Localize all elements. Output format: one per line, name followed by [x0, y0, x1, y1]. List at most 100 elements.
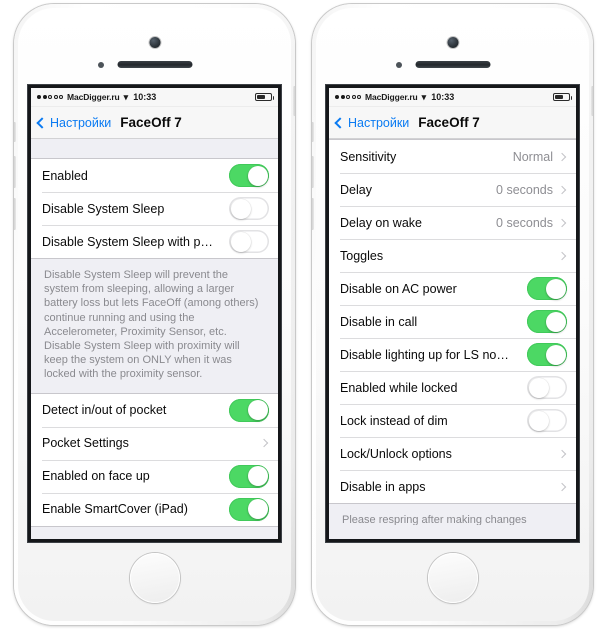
wifi-icon: ▾: [421, 91, 427, 102]
settings-row[interactable]: Delay 0 seconds: [329, 173, 576, 206]
toggle-knob: [247, 400, 268, 421]
settings-list-left[interactable]: Enabled Disable System Sleep Disable Syste…: [31, 139, 278, 539]
back-button-label: Настройки: [348, 115, 410, 130]
two-iphone-screenshot-composite: MacDigger.ru ▾ 10:33 Настройки FaceOff 7…: [0, 0, 600, 629]
settings-row-label: Lock instead of dim: [340, 413, 448, 428]
settings-row-label: Enable SmartCover (iPad): [42, 502, 188, 517]
front-camera-icon: [447, 37, 458, 48]
settings-row-label: Enabled while locked: [340, 380, 458, 395]
signal-dots-icon: [335, 95, 361, 99]
wifi-icon: ▾: [123, 91, 129, 102]
toggle-switch[interactable]: [229, 197, 269, 220]
earpiece-speaker: [415, 61, 490, 68]
settings-row[interactable]: Disable System Sleep with p…: [31, 225, 278, 258]
volume-down-button[interactable]: [312, 198, 314, 230]
settings-row-label: Disable on AC power: [340, 281, 457, 296]
battery-icon: [255, 93, 274, 101]
settings-row[interactable]: Disable in apps: [329, 470, 576, 503]
toggle-knob: [230, 198, 251, 219]
settings-row-value: 0 seconds: [496, 182, 553, 197]
chevron-right-icon: [557, 218, 567, 227]
settings-row[interactable]: Disable lighting up for LS no…: [329, 338, 576, 371]
power-button[interactable]: [293, 86, 295, 116]
power-button[interactable]: [591, 86, 593, 116]
volume-up-button[interactable]: [14, 156, 16, 188]
toggle-switch[interactable]: [527, 343, 567, 366]
toggle-switch[interactable]: [527, 310, 567, 333]
volume-down-button[interactable]: [14, 198, 16, 230]
settings-section-sleep: Enabled Disable System Sleep Disable Syste…: [31, 158, 278, 259]
toggle-knob: [545, 278, 566, 299]
settings-row-label: Disable lighting up for LS no…: [340, 347, 509, 362]
home-button[interactable]: [427, 553, 478, 603]
settings-row-value: Normal: [512, 149, 553, 164]
toggle-switch[interactable]: [229, 230, 269, 253]
settings-row-label: Disable System Sleep: [42, 201, 165, 216]
toggle-switch[interactable]: [229, 398, 269, 422]
navigation-bar: Настройки FaceOff 7: [329, 107, 576, 139]
toggle-switch[interactable]: [229, 497, 269, 521]
back-button[interactable]: Настройки: [334, 115, 410, 130]
silent-switch[interactable]: [14, 122, 16, 142]
settings-row[interactable]: Delay on wake 0 seconds: [329, 206, 576, 239]
settings-row[interactable]: Pocket Settings: [31, 426, 278, 460]
toggle-switch[interactable]: [527, 409, 567, 432]
settings-row[interactable]: Lock instead of dim: [329, 404, 576, 437]
proximity-sensor-icon: [396, 62, 402, 68]
page-title: FaceOff 7: [120, 115, 182, 130]
iphone-device-right: MacDigger.ru ▾ 10:33 Настройки FaceOff 7…: [312, 4, 593, 625]
settings-row[interactable]: Detect in/out of pocket: [31, 393, 278, 427]
chevron-right-icon: [557, 185, 567, 194]
settings-section-options: Sensitivity Normal Delay 0 seconds Delay on …: [329, 139, 576, 504]
settings-row[interactable]: Enabled while locked: [329, 371, 576, 404]
toggle-switch[interactable]: [229, 464, 269, 488]
back-button-label: Настройки: [50, 115, 112, 130]
toggle-knob: [528, 377, 549, 398]
settings-row[interactable]: Disable on AC power: [329, 272, 576, 305]
settings-row[interactable]: Lock/Unlock options: [329, 437, 576, 470]
settings-row[interactable]: Enable SmartCover (iPad): [31, 492, 278, 526]
earpiece-speaker: [117, 61, 192, 68]
settings-row-label: Disable in apps: [340, 479, 426, 494]
iphone-device-left: MacDigger.ru ▾ 10:33 Настройки FaceOff 7…: [14, 4, 295, 625]
carrier-label: MacDigger.ru: [365, 92, 418, 102]
settings-row[interactable]: Enabled: [31, 159, 278, 192]
battery-icon: [553, 93, 572, 101]
iphone-screen-right: MacDigger.ru ▾ 10:33 Настройки FaceOff 7…: [329, 88, 576, 539]
signal-dots-icon: [37, 95, 63, 99]
front-camera-icon: [149, 37, 160, 48]
toggle-switch[interactable]: [229, 164, 269, 187]
toggle-knob: [230, 231, 251, 252]
toggle-switch[interactable]: [527, 277, 567, 300]
back-button[interactable]: Настройки: [36, 115, 112, 130]
toggle-knob: [247, 466, 268, 487]
status-clock: 10:33: [431, 92, 455, 102]
chevron-right-icon: [557, 251, 567, 260]
settings-row-value: 0 seconds: [496, 215, 553, 230]
settings-list-right[interactable]: Sensitivity Normal Delay 0 seconds Delay on …: [329, 139, 576, 539]
toggle-switch[interactable]: [527, 376, 567, 399]
settings-section-pocket: Detect in/out of pocket Pocket Settings En…: [31, 392, 278, 527]
volume-up-button[interactable]: [312, 156, 314, 188]
settings-row-label: Delay on wake: [340, 215, 422, 230]
toggle-knob: [545, 344, 566, 365]
settings-row-label: Lock/Unlock options: [340, 446, 452, 461]
iphone-screen-left: MacDigger.ru ▾ 10:33 Настройки FaceOff 7…: [31, 88, 278, 539]
status-bar: MacDigger.ru ▾ 10:33: [31, 88, 278, 107]
chevron-right-icon: [259, 438, 269, 448]
settings-row-label: Enabled: [42, 168, 88, 183]
chevron-left-icon: [36, 116, 48, 129]
settings-row[interactable]: Disable System Sleep: [31, 192, 278, 225]
settings-row[interactable]: Toggles: [329, 239, 576, 272]
settings-row[interactable]: Sensitivity Normal: [329, 140, 576, 173]
settings-row[interactable]: Enabled on face up: [31, 459, 278, 493]
silent-switch[interactable]: [312, 122, 314, 142]
toggle-knob: [528, 410, 549, 431]
settings-row[interactable]: Disable in call: [329, 305, 576, 338]
chevron-right-icon: [557, 482, 567, 491]
carrier-label: MacDigger.ru: [67, 92, 120, 102]
home-button[interactable]: [129, 553, 180, 603]
settings-row-label: Disable System Sleep with p…: [42, 234, 213, 249]
settings-row-label: Enabled on face up: [42, 469, 150, 484]
navigation-bar: Настройки FaceOff 7: [31, 107, 278, 139]
